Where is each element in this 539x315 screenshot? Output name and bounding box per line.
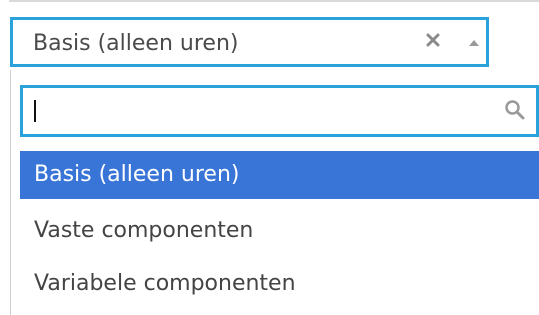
component-type-select[interactable]: Basis (alleen uren) — [10, 17, 489, 67]
search-input[interactable] — [29, 91, 494, 131]
triangle-up-icon[interactable] — [468, 34, 480, 46]
option-basis[interactable]: Basis (alleen uren) — [20, 151, 539, 199]
divider — [9, 0, 539, 2]
option-variabele-componenten[interactable]: Variabele componenten — [20, 260, 539, 308]
search-icon — [503, 98, 527, 122]
close-icon[interactable] — [422, 29, 444, 51]
text-caret — [34, 100, 36, 122]
selected-value: Basis (alleen uren) — [33, 31, 239, 56]
form-fragment: Basis (alleen uren) Basis (alleen uren) — [0, 0, 539, 315]
search-field[interactable] — [20, 85, 539, 137]
option-vaste-componenten[interactable]: Vaste componenten — [20, 207, 539, 255]
dropdown-panel: Basis (alleen uren) Vaste componenten Va… — [10, 70, 539, 315]
